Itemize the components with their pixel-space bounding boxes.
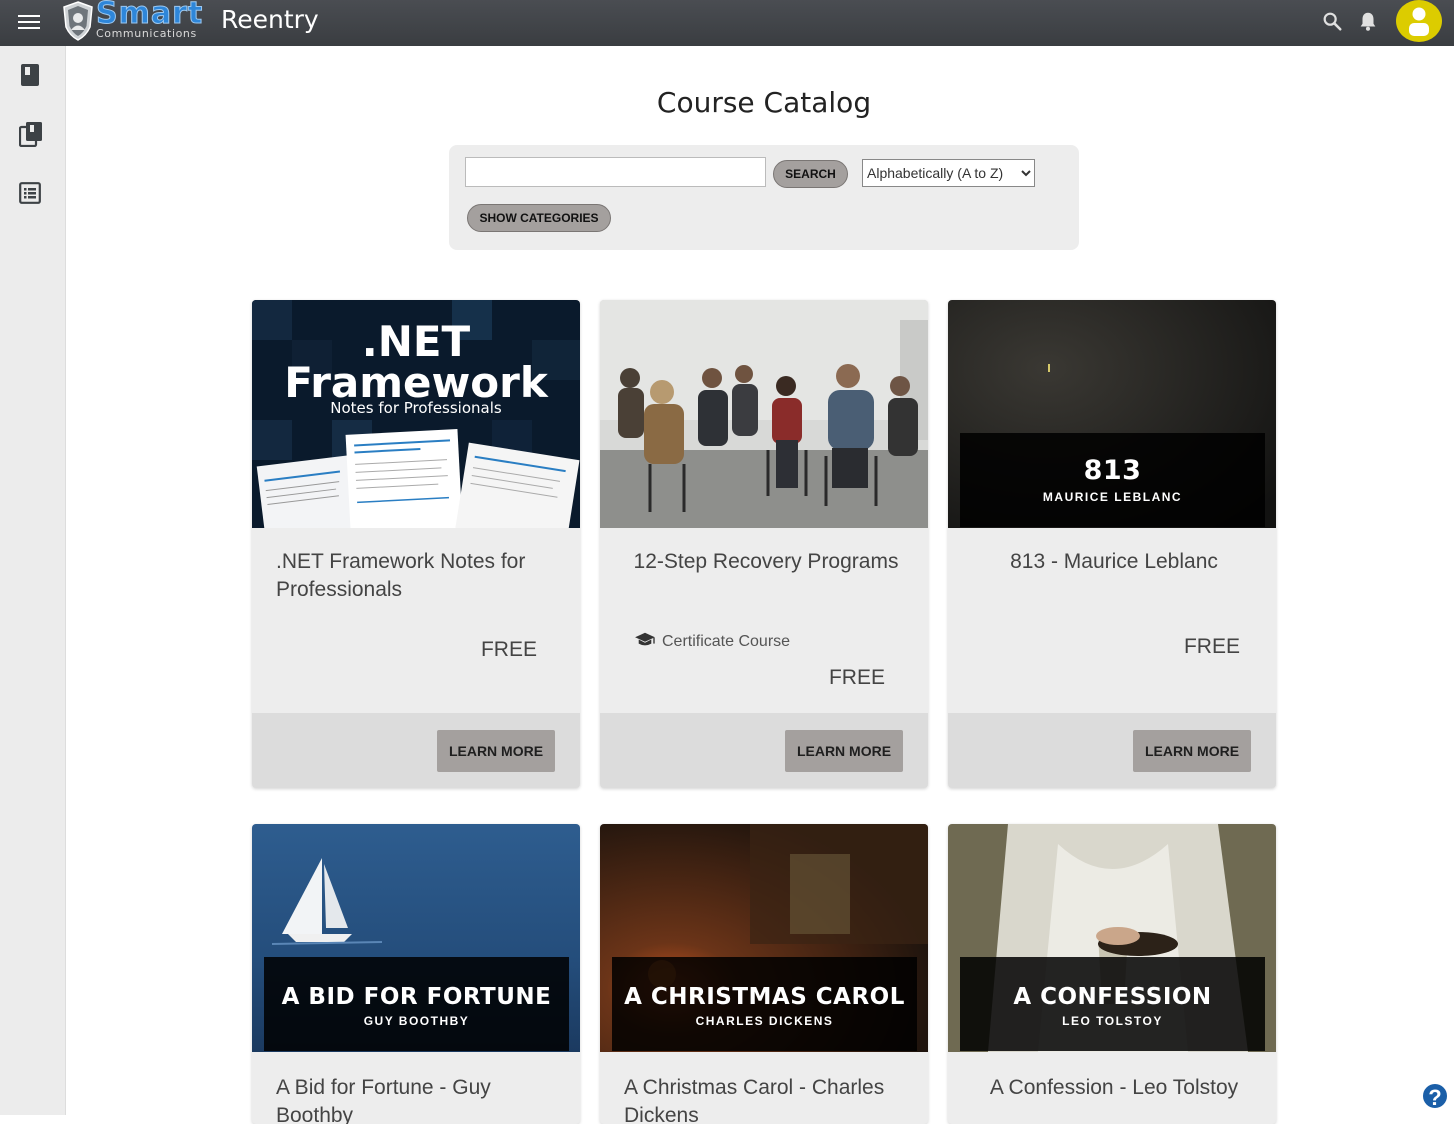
course-title[interactable]: A Christmas Carol - Charles Dickens	[624, 1074, 908, 1124]
book-icon[interactable]	[19, 63, 41, 87]
cover-title-band: A BID FOR FORTUNE GUY BOOTHBY	[264, 957, 569, 1051]
cover-subtitle: Notes for Professionals	[330, 399, 502, 417]
course-card[interactable]: 813 MAURICE LEBLANC 813 - Maurice Leblan…	[948, 300, 1276, 788]
net-framework-cover: .NET Framework Notes for Professionals	[252, 300, 580, 528]
course-price: FREE	[480, 638, 537, 661]
cover-author: MAURICE LEBLANC	[1042, 490, 1183, 504]
card-footer: LEARN MORE	[252, 713, 580, 788]
course-cover-image[interactable]	[600, 300, 928, 528]
user-avatar-icon	[1409, 7, 1429, 36]
user-avatar[interactable]	[1396, 0, 1442, 42]
course-card[interactable]: A CHRISTMAS CAROL CHARLES DICKENS A Chri…	[600, 824, 928, 1124]
cover-title: 813	[1083, 455, 1142, 486]
certificate-badge: Certificate Course	[634, 631, 790, 651]
course-title[interactable]: 813 - Maurice Leblanc	[972, 548, 1256, 576]
course-title[interactable]: A Bid for Fortune - Guy Boothby	[276, 1074, 560, 1124]
course-card[interactable]: .NET Framework Notes for Professionals .…	[252, 300, 580, 788]
course-price: FREE	[828, 666, 885, 689]
list-icon[interactable]	[19, 182, 41, 204]
cover-author: GUY BOOTHBY	[363, 1014, 470, 1028]
search-button[interactable]: SEARCH	[773, 160, 848, 188]
cover-title-band: A CHRISTMAS CAROL CHARLES DICKENS	[612, 957, 917, 1051]
course-card[interactable]: 12-Step Recovery Programs Certificate Co…	[600, 300, 928, 788]
learn-more-button[interactable]: LEARN MORE	[1133, 730, 1251, 772]
learn-more-button[interactable]: LEARN MORE	[437, 730, 555, 772]
logo-tagline: Communications	[96, 27, 197, 40]
learn-more-button[interactable]: LEARN MORE	[785, 730, 903, 772]
main-content: Course Catalog SEARCH Alphabetically (A …	[66, 46, 1454, 1124]
help-button[interactable]: ?	[1421, 1082, 1449, 1110]
course-title[interactable]: A Confession - Leo Tolstoy	[972, 1074, 1256, 1102]
sidebar	[0, 46, 66, 1115]
page-title: Course Catalog	[656, 86, 872, 119]
course-title[interactable]: .NET Framework Notes for Professionals	[276, 548, 560, 604]
bell-icon[interactable]	[1357, 9, 1379, 33]
cover-author: CHARLES DICKENS	[695, 1014, 834, 1028]
app-title: Reentry	[221, 5, 319, 34]
sort-select[interactable]: Alphabetically (A to Z)	[862, 159, 1035, 187]
card-footer: LEARN MORE	[600, 713, 928, 788]
graduation-cap-icon	[635, 632, 655, 646]
cover-title: A CHRISTMAS CAROL	[624, 984, 905, 1010]
certificate-label: Certificate Course	[662, 633, 791, 650]
course-price: FREE	[1183, 635, 1240, 658]
group-meeting-photo	[600, 300, 928, 528]
library-icon[interactable]	[19, 121, 43, 147]
search-icon[interactable]	[1321, 10, 1343, 32]
shield-logo-icon	[63, 1, 93, 41]
menu-icon[interactable]	[18, 11, 40, 33]
logo[interactable]: Smart Communications	[60, 0, 203, 44]
search-panel: SEARCH Alphabetically (A to Z) SHOW CATE…	[449, 145, 1079, 250]
cover-title-band: 813 MAURICE LEBLANC	[960, 433, 1265, 527]
search-input[interactable]	[465, 157, 766, 187]
cover-title: A CONFESSION	[1013, 984, 1212, 1010]
course-cover-image[interactable]: .NET Framework Notes for Professionals	[252, 300, 580, 528]
top-bar: Smart Communications Reentry	[0, 0, 1454, 46]
cover-author: LEO TOLSTOY	[1062, 1014, 1163, 1028]
cover-title: A BID FOR FORTUNE	[281, 984, 552, 1010]
course-card[interactable]: A BID FOR FORTUNE GUY BOOTHBY A Bid for …	[252, 824, 580, 1124]
course-title[interactable]: 12-Step Recovery Programs	[624, 548, 908, 576]
course-card[interactable]: A CONFESSION LEO TOLSTOY A Confession - …	[948, 824, 1276, 1124]
card-footer: LEARN MORE	[948, 713, 1276, 788]
cover-title-band: A CONFESSION LEO TOLSTOY	[960, 957, 1265, 1051]
show-categories-button[interactable]: SHOW CATEGORIES	[467, 204, 611, 232]
